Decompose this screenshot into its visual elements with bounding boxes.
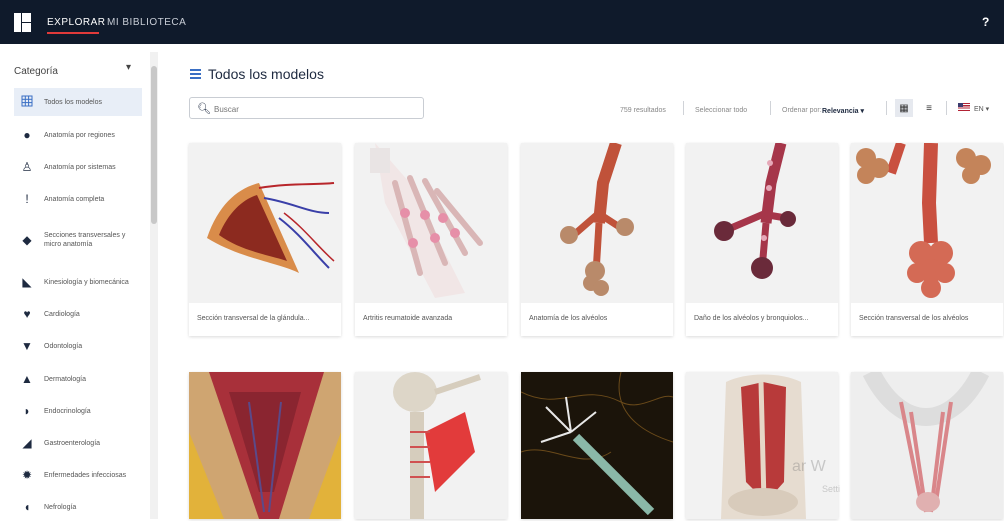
- model-card[interactable]: Artritis reumatoide avanzada: [355, 143, 507, 336]
- search-icon: 🔍︎: [197, 103, 211, 115]
- sidebar-item-label: Endocrinología: [44, 407, 91, 415]
- nav-explore-tab[interactable]: EXPLORAR: [47, 17, 105, 28]
- divider: [886, 101, 887, 115]
- watermark-subtext: Setti: [822, 484, 841, 494]
- section-icon: ◆: [22, 233, 32, 247]
- sidebar-item-label: Anatomía por sistemas: [44, 163, 116, 171]
- sidebar-item-nephrology[interactable]: ◖ Nefrología: [14, 493, 142, 521]
- chevron-down-icon[interactable]: ▾: [126, 62, 131, 73]
- help-button[interactable]: ?: [982, 15, 989, 29]
- model-title[interactable]: Sección transversal de la glándula...: [189, 303, 341, 336]
- running-icon: ◣: [22, 275, 32, 289]
- model-thumbnail[interactable]: [686, 143, 838, 303]
- sidebar-item-endocrinology[interactable]: ◗ Endocrinología: [14, 397, 142, 425]
- sort-dropdown[interactable]: Relevancia ▾: [822, 107, 864, 115]
- page-title: Todos los modelos: [208, 66, 324, 82]
- sidebar-item-label: Kinesiología y biomecánica: [44, 278, 129, 286]
- model-thumbnail[interactable]: [686, 372, 838, 519]
- sidebar-item-dermatology[interactable]: ▲ Dermatología: [14, 365, 142, 393]
- list-view-icon: ≡: [926, 102, 932, 114]
- sidebar-item-label: Enfermedades infecciosas: [44, 471, 127, 479]
- model-card[interactable]: [355, 372, 507, 519]
- stomach-icon: ◢: [22, 436, 32, 450]
- sidebar-item-dentistry[interactable]: ▼ Odontología: [14, 332, 142, 360]
- sort-label: Ordenar por:: [782, 107, 822, 114]
- heart-icon: ♥: [23, 307, 31, 321]
- active-tab-indicator: [47, 32, 99, 34]
- model-title[interactable]: Anatomía de los alvéolos: [521, 303, 673, 336]
- language-dropdown[interactable]: EN ▾: [974, 105, 989, 113]
- model-card[interactable]: [686, 372, 838, 519]
- sidebar-item-label: Odontología: [44, 342, 83, 350]
- list-view-button[interactable]: ≡: [920, 99, 938, 117]
- model-card[interactable]: Sección transversal de la glándula...: [189, 143, 341, 336]
- sidebar-item-cardiology[interactable]: ♥ Cardiología: [14, 300, 142, 328]
- sidebar-item-sections[interactable]: ◆ Secciones transversales y micro anatom…: [14, 222, 142, 258]
- body-icon: ♙: [21, 160, 33, 174]
- sidebar-item-gastroenterology[interactable]: ◢ Gastroenterología: [14, 429, 142, 457]
- category-dropdown-label[interactable]: Categoría: [14, 66, 58, 77]
- model-card[interactable]: [851, 372, 1003, 519]
- sidebar-item-label: Cardiología: [44, 310, 80, 318]
- model-thumbnail[interactable]: [355, 372, 507, 519]
- list-icon: [190, 69, 201, 79]
- grid-view-button[interactable]: ▦: [895, 99, 913, 117]
- divider: [770, 101, 771, 115]
- model-title[interactable]: Sección transversal de los alvéolos: [851, 303, 1003, 336]
- sidebar-item-label: Dermatología: [44, 375, 87, 383]
- virus-icon: ✹: [21, 468, 33, 482]
- model-thumbnail[interactable]: [189, 372, 341, 519]
- sidebar-scroll-thumb[interactable]: [151, 66, 157, 224]
- model-thumbnail[interactable]: [851, 372, 1003, 519]
- model-thumbnail[interactable]: [521, 372, 673, 519]
- sidebar-item-label: Secciones transversales y micro anatomía: [44, 232, 126, 248]
- search-box[interactable]: 🔍︎: [189, 97, 424, 119]
- search-input[interactable]: [212, 101, 416, 117]
- top-navigation-bar: EXPLORAR MI BIBLIOTECA ?: [0, 0, 1004, 44]
- model-card[interactable]: Anatomía de los alvéolos: [521, 143, 673, 336]
- select-all-button[interactable]: Seleccionar todo: [695, 107, 747, 114]
- model-title[interactable]: Artritis reumatoide avanzada: [355, 303, 507, 336]
- sidebar-item-label: Gastroenterología: [44, 439, 101, 447]
- nav-library-tab[interactable]: MI BIBLIOTECA: [107, 17, 186, 28]
- thyroid-icon: ◗: [23, 404, 31, 418]
- sidebar-item-complete[interactable]: ! Anatomía completa: [14, 185, 142, 213]
- sidebar-item-infectious[interactable]: ✹ Enfermedades infecciosas: [14, 461, 142, 489]
- kidney-icon: ◖: [23, 500, 31, 514]
- divider: [683, 101, 684, 115]
- sidebar-item-label: Nefrología: [44, 503, 77, 511]
- sidebar-item-systems[interactable]: ♙ Anatomía por sistemas: [14, 153, 142, 181]
- watermark-text: ar W: [792, 458, 826, 475]
- model-card[interactable]: [521, 372, 673, 519]
- model-card[interactable]: [189, 372, 341, 519]
- sidebar-item-label: Anatomía por regiones: [44, 131, 115, 139]
- sidebar-item-all-models[interactable]: Todos los modelos: [14, 88, 142, 116]
- app-logo-icon[interactable]: [14, 13, 31, 32]
- skin-icon: ▲: [21, 372, 33, 386]
- tooth-icon: ▼: [21, 339, 33, 353]
- model-thumbnail[interactable]: [851, 143, 1003, 303]
- model-thumbnail[interactable]: [355, 143, 507, 303]
- results-count: 759 resultados: [620, 107, 666, 114]
- grid-view-icon: ▦: [899, 102, 909, 114]
- us-flag-icon[interactable]: [958, 103, 970, 111]
- model-thumbnail[interactable]: [521, 143, 673, 303]
- model-card[interactable]: Sección transversal de los alvéolos: [851, 143, 1003, 336]
- sidebar-item-regions[interactable]: ● Anatomía por regiones: [14, 121, 142, 149]
- head-icon: ●: [23, 128, 31, 142]
- grid-icon: [20, 95, 34, 109]
- model-title[interactable]: Daño de los alvéolos y bronquiolos...: [686, 303, 838, 336]
- sidebar-item-kinesiology[interactable]: ◣ Kinesiología y biomecánica: [14, 268, 142, 296]
- sidebar-item-label: Anatomía completa: [44, 195, 105, 203]
- skeleton-icon: !: [25, 192, 29, 206]
- sidebar-item-label: Todos los modelos: [44, 98, 102, 106]
- divider: [946, 101, 947, 115]
- model-card[interactable]: Daño de los alvéolos y bronquiolos...: [686, 143, 838, 336]
- model-thumbnail[interactable]: [189, 143, 341, 303]
